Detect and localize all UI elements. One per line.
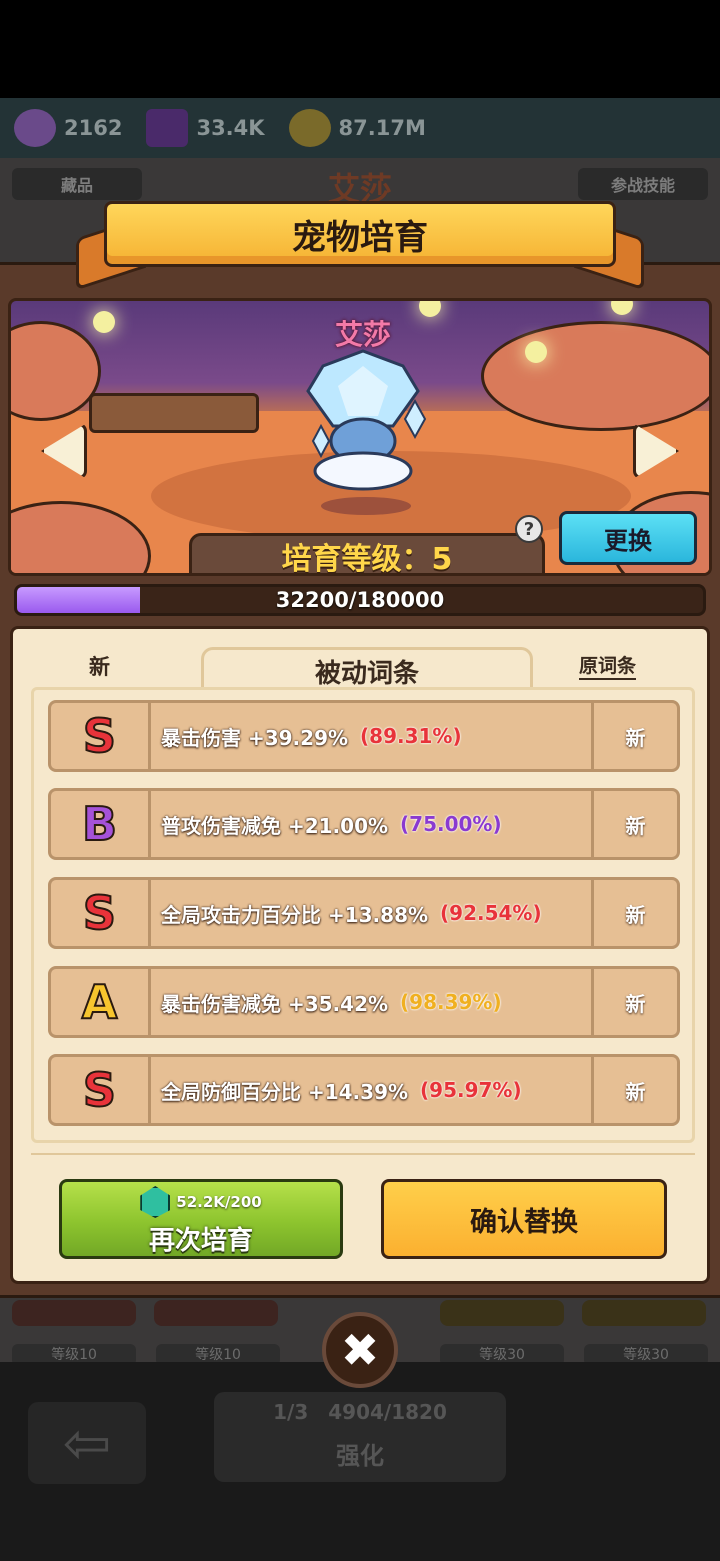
enhance-count-pets: 1/3	[273, 1400, 309, 1424]
attribute-percentile: (98.39%)	[400, 990, 502, 1014]
grade-badge: S	[51, 1057, 151, 1123]
purple-cube-icon	[146, 109, 189, 147]
hud-value: 87.17M	[338, 116, 426, 140]
grade-badge: S	[51, 703, 151, 769]
attribute-text: 全局防御百分比 +14.39% (95.97%)	[151, 1076, 591, 1105]
attributes-panel: 新 被动词条 原词条 S 暴击伤害 +39.29% (89.31%) 新 B 普…	[10, 626, 710, 1284]
attribute-text: 全局攻击力百分比 +13.88% (92.54%)	[151, 899, 591, 928]
attribute-text: 暴击伤害减免 +35.42% (98.39%)	[151, 988, 591, 1017]
panel-divider	[31, 1153, 695, 1155]
attribute-text: 普攻伤害减免 +21.00% (75.00%)	[151, 810, 591, 839]
attribute-percentile: (75.00%)	[400, 812, 502, 836]
grade-badge: B	[51, 791, 151, 857]
attribute-value: 暴击伤害 +39.29%	[161, 725, 349, 750]
new-tag: 新	[591, 1057, 677, 1123]
new-tag: 新	[591, 969, 677, 1035]
ice-pet-sprite	[306, 349, 427, 491]
breeding-level: 培育等级：5	[189, 533, 545, 573]
hud-resource-3: 87.17M	[288, 109, 426, 147]
grade-badge: A	[51, 969, 151, 1035]
attribute-value: 全局攻击力百分比 +13.88%	[161, 902, 429, 927]
attribute-value: 普攻伤害减免 +21.00%	[161, 813, 389, 838]
dialog-title-banner: 宠物培育	[0, 195, 720, 295]
bg-slot	[582, 1300, 706, 1326]
hud-value: 33.4K	[196, 116, 265, 140]
hud-value: 2162	[64, 116, 123, 140]
enhance-label: 强化	[336, 1442, 384, 1470]
attribute-row: S 全局攻击力百分比 +13.88% (92.54%) 新	[48, 877, 680, 949]
status-bar-area	[0, 0, 720, 100]
pet-showcase: 艾莎 培育等级：5 ? 更换	[8, 298, 712, 576]
attribute-percentile: (92.54%)	[440, 901, 542, 925]
tab-original-attributes[interactable]: 原词条	[579, 651, 637, 680]
enhance-button-dimmed: 1/3 4904/1820 强化	[214, 1392, 506, 1482]
attribute-list: S 暴击伤害 +39.29% (89.31%) 新 B 普攻伤害减免 +21.0…	[31, 687, 695, 1143]
confirm-replace-button[interactable]: 确认替换	[381, 1179, 667, 1259]
attribute-row: S 暴击伤害 +39.29% (89.31%) 新	[48, 700, 680, 772]
dialog-title: 宠物培育	[104, 201, 616, 267]
attribute-row: A 暴击伤害减免 +35.42% (98.39%) 新	[48, 966, 680, 1038]
gold-pot-icon	[14, 109, 56, 147]
reroll-button[interactable]: 52.2K/200 再次培育	[59, 1179, 343, 1259]
progress-text: 32200/180000	[275, 588, 445, 612]
new-tag: 新	[591, 703, 677, 769]
reroll-cost: 52.2K/200	[62, 1186, 340, 1218]
new-tag: 新	[591, 791, 677, 857]
coin-icon	[288, 109, 331, 147]
gem-icon	[140, 1186, 171, 1218]
tab-new[interactable]: 新	[89, 651, 110, 681]
background-bottom-bar: ⇦ 1/3 4904/1820 强化	[0, 1362, 720, 1561]
attribute-percentile: (95.97%)	[420, 1078, 522, 1102]
resource-hud: 2162 33.4K 87.17M	[0, 98, 720, 158]
new-tag: 新	[591, 880, 677, 946]
hud-resource-1: 2162	[14, 109, 122, 147]
attribute-row: B 普攻伤害减免 +21.00% (75.00%) 新	[48, 788, 680, 860]
reroll-label: 再次培育	[148, 1226, 253, 1256]
potion-table-decoration	[89, 393, 259, 433]
swap-button[interactable]: 更换	[559, 511, 697, 565]
attribute-row: S 全局防御百分比 +14.39% (95.97%) 新	[48, 1054, 680, 1126]
help-icon[interactable]: ?	[515, 515, 543, 543]
bg-slot	[154, 1300, 278, 1326]
attribute-value: 全局防御百分比 +14.39%	[161, 1079, 409, 1104]
reroll-cost-text: 52.2K/200	[176, 1193, 262, 1211]
hud-resource-2: 33.4K	[146, 109, 265, 147]
breeding-progress-bar: 32200/180000	[14, 584, 706, 616]
pet-name-label: 艾莎	[334, 318, 391, 351]
back-arrow-icon: ⇦	[28, 1402, 146, 1484]
close-icon[interactable]: ✖	[322, 1312, 398, 1388]
attribute-value: 暴击伤害减免 +35.42%	[161, 991, 389, 1016]
attribute-text: 暴击伤害 +39.29% (89.31%)	[151, 722, 591, 751]
enhance-count-bones: 4904/1820	[328, 1400, 447, 1424]
bg-slot	[12, 1300, 136, 1326]
grade-badge: S	[51, 880, 151, 946]
attribute-percentile: (89.31%)	[360, 724, 462, 748]
bg-slot	[440, 1300, 564, 1326]
